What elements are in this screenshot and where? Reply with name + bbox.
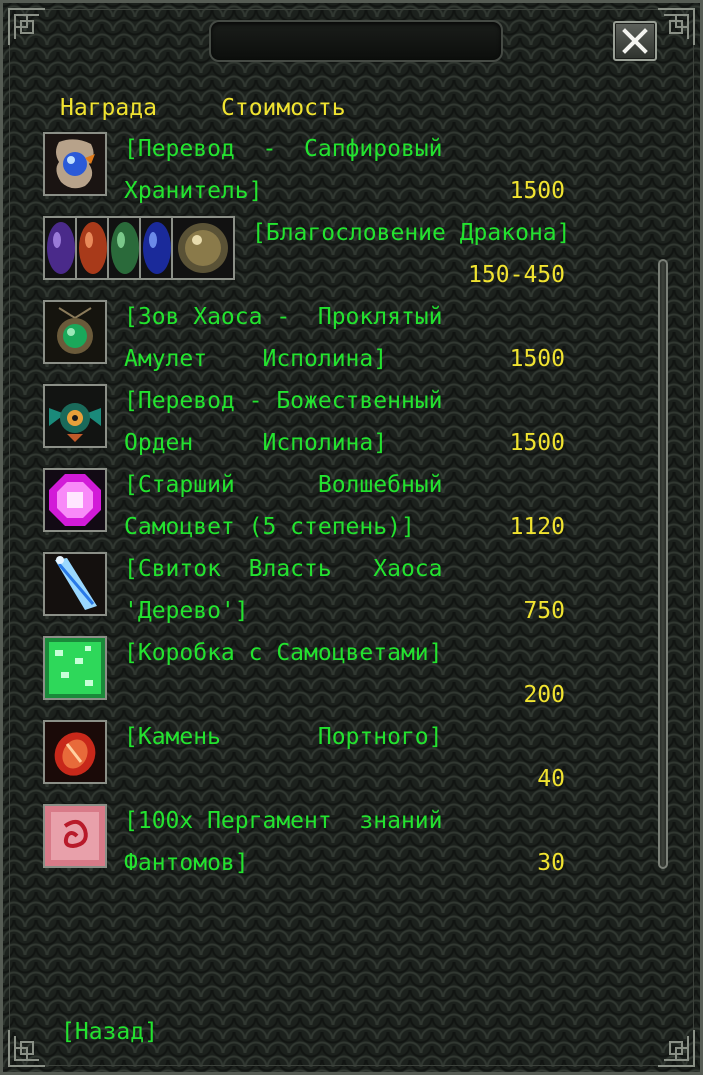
chaos-scroll-icon[interactable] <box>43 552 107 616</box>
item-price: 200 <box>523 682 565 708</box>
item-name-line[interactable]: Хранитель] <box>124 176 262 206</box>
sapphire-guardian-icon[interactable] <box>43 132 107 196</box>
gem-box-icon[interactable] <box>43 636 107 700</box>
phantom-parchment-icon[interactable] <box>43 804 107 868</box>
blue-orb-icon[interactable] <box>139 216 175 280</box>
scrollbar[interactable] <box>658 259 668 869</box>
magic-gem-icon[interactable] <box>43 468 107 532</box>
corner-ornament-icon <box>7 7 47 47</box>
item-price: 1500 <box>509 346 565 372</box>
item-name-line[interactable]: Фантомов] <box>124 848 249 878</box>
item-price: 30 <box>537 850 565 876</box>
golden-orb-icon[interactable] <box>171 216 235 280</box>
corner-ornament-icon <box>7 1028 47 1068</box>
item-name-line[interactable]: Орден Исполина] <box>124 428 387 458</box>
item-price: 40 <box>537 766 565 792</box>
item-name-line[interactable]: [Коробка с Самоцветами] <box>124 638 443 668</box>
item-price: 150-450 <box>468 262 565 288</box>
item-name-line[interactable]: [Старший Волшебный <box>124 470 443 500</box>
close-x-icon <box>622 28 648 54</box>
cursed-amulet-icon[interactable] <box>43 300 107 364</box>
item-name-line[interactable]: [Свиток Власть Хаоса <box>124 554 443 584</box>
item-name-line[interactable]: [100x Пергамент знаний <box>124 806 443 836</box>
corner-ornament-icon <box>656 1028 696 1068</box>
red-orb-icon[interactable] <box>75 216 111 280</box>
green-orb-icon[interactable] <box>107 216 143 280</box>
reward-column-header: Награда <box>60 95 157 121</box>
cost-column-header: Стоимость <box>221 95 346 121</box>
corner-ornament-icon <box>656 7 696 47</box>
purple-orb-icon[interactable] <box>43 216 79 280</box>
dialog-window: Награда Стоимость [Перевод - Сапфировый … <box>0 0 703 1075</box>
title-bar <box>209 20 503 62</box>
back-link[interactable]: [Назад] <box>61 1017 158 1047</box>
item-price: 750 <box>523 598 565 624</box>
tailor-stone-icon[interactable] <box>43 720 107 784</box>
item-price: 1500 <box>509 430 565 456</box>
item-name-line[interactable]: [Перевод - Сапфировый <box>124 134 443 164</box>
item-name-line[interactable]: [Камень Портного] <box>124 722 443 752</box>
divine-order-icon[interactable] <box>43 384 107 448</box>
item-name-line[interactable]: 'Дерево'] <box>124 596 249 626</box>
close-button[interactable] <box>613 21 657 61</box>
item-name-line[interactable]: Амулет Исполина] <box>124 344 387 374</box>
item-name-line[interactable]: [Зов Хаоса - Проклятый <box>124 302 443 332</box>
item-price: 1500 <box>509 178 565 204</box>
item-price: 1120 <box>509 514 565 540</box>
item-name-line[interactable]: Самоцвет (5 степень)] <box>124 512 415 542</box>
item-name-line[interactable]: [Благословение Дракона] <box>252 218 571 248</box>
item-name-line[interactable]: [Перевод - Божественный <box>124 386 443 416</box>
